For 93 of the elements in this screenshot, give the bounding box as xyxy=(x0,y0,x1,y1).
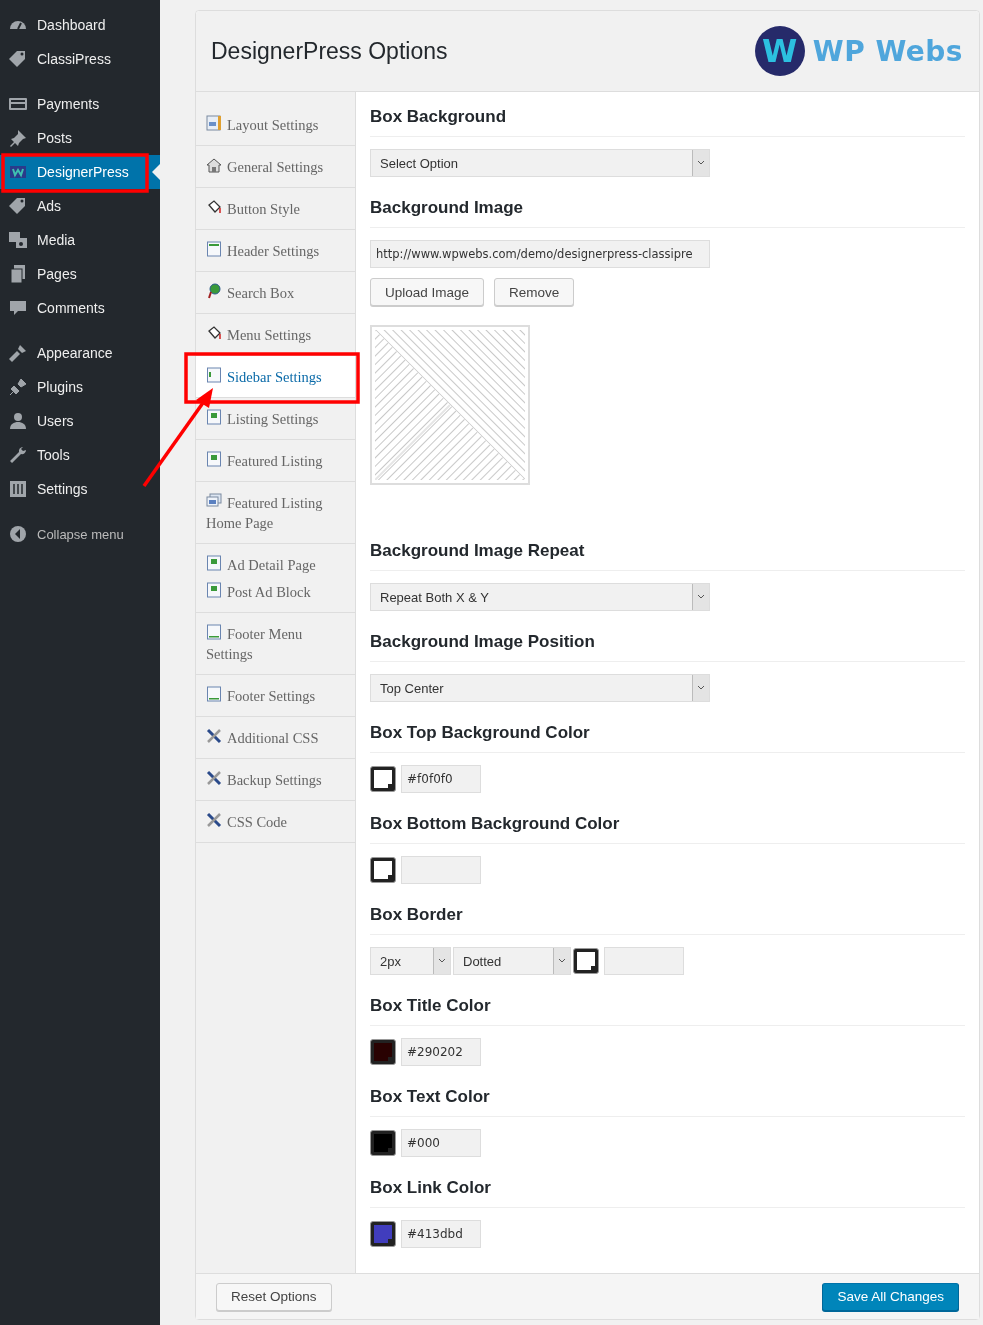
page-icon xyxy=(206,582,222,598)
collapse-menu-button[interactable]: Collapse menu xyxy=(0,517,160,551)
menu-item[interactable]: Payments xyxy=(0,87,160,121)
menu-item[interactable]: Users xyxy=(0,404,160,438)
input-field[interactable]: #f0f0f0 xyxy=(401,765,481,793)
section-heading: Box Text Color xyxy=(370,1086,965,1117)
dropdown[interactable]: Top Center xyxy=(370,674,710,702)
sliders-icon xyxy=(8,479,28,499)
wrench-icon xyxy=(8,445,28,465)
image-button[interactable]: Upload Image xyxy=(370,278,485,306)
page-icon xyxy=(206,367,222,383)
reset-button[interactable]: Reset Options xyxy=(216,1282,332,1311)
menu-item[interactable]: Plugins xyxy=(0,370,160,404)
settings-tab[interactable]: Additional CSS xyxy=(196,717,355,759)
input-field[interactable]: #000 xyxy=(401,1129,481,1157)
section-heading: Box Border xyxy=(370,904,965,935)
section-heading: Box Top Background Color xyxy=(370,722,965,753)
collapse-icon xyxy=(8,524,28,544)
tools-icon xyxy=(206,812,222,828)
color-swatch[interactable] xyxy=(370,857,396,883)
globe-icon xyxy=(206,283,222,299)
color-swatch[interactable] xyxy=(370,1221,396,1247)
dropdown[interactable]: Repeat Both X & Y xyxy=(370,583,710,611)
settings-tab[interactable]: Header Settings xyxy=(196,230,355,272)
media-icon xyxy=(8,230,28,250)
section-heading: Background Image Repeat xyxy=(370,540,965,571)
settings-tab[interactable]: CSS Code xyxy=(196,801,355,843)
settings-tab[interactable]: Sidebar Settings xyxy=(196,356,355,398)
menu-item[interactable]: Dashboard xyxy=(0,8,160,42)
windows-icon xyxy=(206,493,222,509)
menu-item[interactable]: Ads xyxy=(0,189,160,223)
section-heading: Box Title Color xyxy=(370,995,965,1026)
settings-tab[interactable]: Button Style xyxy=(196,188,355,230)
input-field[interactable]: #290202 xyxy=(401,1038,481,1066)
dropdown[interactable]: Select Option xyxy=(370,149,710,177)
settings-tab[interactable]: Featured Listing Home Page xyxy=(196,482,355,544)
input-field[interactable] xyxy=(401,856,481,884)
paint-bucket-icon xyxy=(206,199,222,215)
comment-icon xyxy=(8,298,28,318)
color-swatch[interactable] xyxy=(370,766,396,792)
input-field[interactable]: #413dbd xyxy=(401,1220,481,1248)
brush-icon xyxy=(8,343,28,363)
input-field[interactable]: http://www.wpwebs.com/demo/designerpress-classipre xyxy=(370,240,710,268)
color-swatch[interactable] xyxy=(370,1039,396,1065)
input-field[interactable] xyxy=(604,947,684,975)
section-heading: Box Link Color xyxy=(370,1177,965,1208)
image-button[interactable]: Remove xyxy=(494,278,575,306)
logo-mark: W xyxy=(754,26,805,76)
section-heading: Box Bottom Background Color xyxy=(370,813,965,844)
save-button[interactable]: Save All Changes xyxy=(822,1282,959,1311)
menu-item[interactable]: Posts xyxy=(0,121,160,155)
dropdown[interactable]: 2px xyxy=(370,947,451,975)
user-icon xyxy=(8,411,28,431)
color-swatch[interactable] xyxy=(370,1130,396,1156)
plug-icon xyxy=(8,377,28,397)
settings-tab[interactable]: Backup Settings xyxy=(196,759,355,801)
page-icon xyxy=(206,241,222,257)
section-heading: Background Image Position xyxy=(370,631,965,662)
settings-tab[interactable]: Ad Detail Page Post Ad Block xyxy=(196,544,355,613)
page-icon xyxy=(206,624,222,640)
menu-item[interactable]: Media xyxy=(0,223,160,257)
menu-item[interactable]: Comments xyxy=(0,291,160,325)
dropdown[interactable]: Dotted xyxy=(453,947,571,975)
settings-tab[interactable]: Search Box xyxy=(196,272,355,314)
section-heading: Box Background xyxy=(370,106,965,137)
layout-icon xyxy=(206,115,222,131)
menu-item[interactable]: ClassiPress xyxy=(0,42,160,76)
pin-icon xyxy=(8,128,28,148)
settings-tab[interactable]: Featured Listing xyxy=(196,440,355,482)
page-icon xyxy=(206,451,222,467)
menu-item[interactable]: Tools xyxy=(0,438,160,472)
section-heading: Background Image xyxy=(370,197,965,228)
page-icon xyxy=(206,686,222,702)
tag-icon xyxy=(8,196,28,216)
page-icon xyxy=(206,409,222,425)
page-icon xyxy=(206,555,222,571)
settings-tab[interactable]: Footer Menu Settings xyxy=(196,613,355,675)
settings-tab[interactable]: Layout Settings xyxy=(196,104,355,146)
paint-bucket-icon xyxy=(206,325,222,341)
settings-tab[interactable]: Footer Settings xyxy=(196,675,355,717)
page-title: DesignerPress Options xyxy=(211,37,448,65)
house-icon xyxy=(206,157,222,173)
settings-tab[interactable]: General Settings xyxy=(196,146,355,188)
color-swatch[interactable] xyxy=(573,948,599,974)
tools-icon xyxy=(206,728,222,744)
logo-text: WP Webs xyxy=(812,34,963,68)
pages-icon xyxy=(8,264,28,284)
menu-item[interactable]: Pages xyxy=(0,257,160,291)
menu-item[interactable]: Settings xyxy=(0,472,160,506)
menu-item[interactable]: Appearance xyxy=(0,336,160,370)
tools-icon xyxy=(206,770,222,786)
menu-item[interactable]: DesignerPress xyxy=(0,155,160,189)
tag-icon xyxy=(8,49,28,69)
